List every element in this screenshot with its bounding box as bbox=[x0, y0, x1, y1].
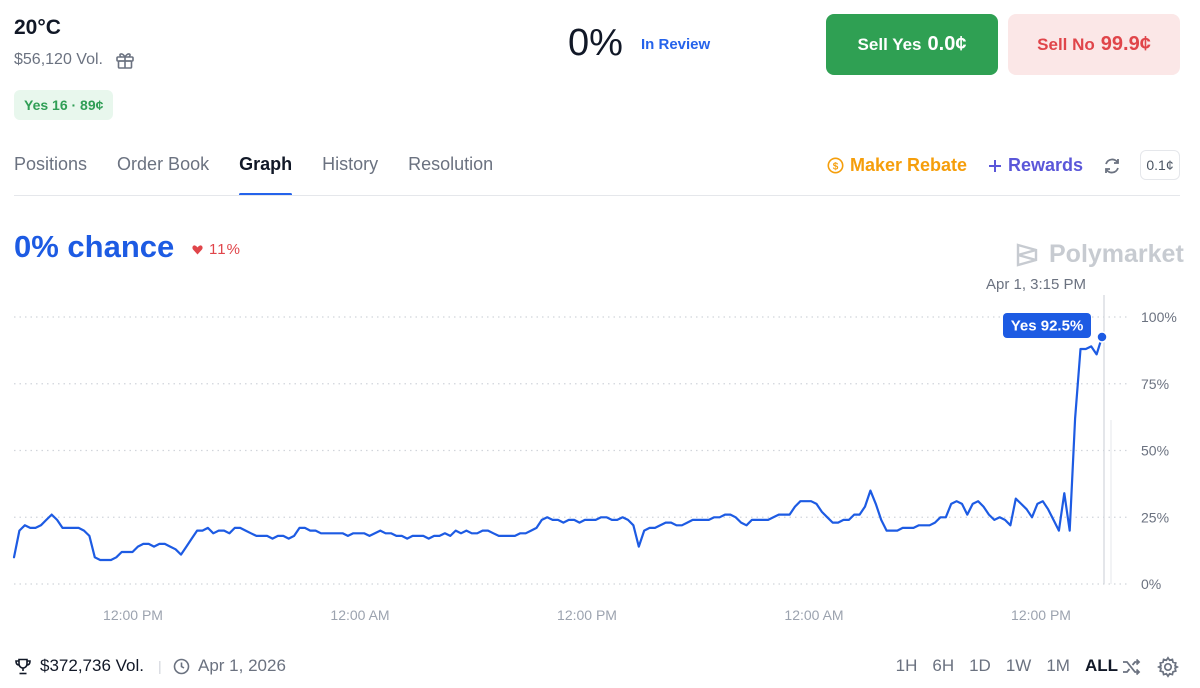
maker-rebate-link[interactable]: $ Maker Rebate bbox=[827, 155, 967, 176]
series-line-yes bbox=[12, 335, 1104, 562]
tab-history[interactable]: History bbox=[322, 154, 378, 196]
y-tick-label: 0% bbox=[1141, 576, 1161, 592]
tab-order-book[interactable]: Order Book bbox=[117, 154, 209, 196]
gift-icon[interactable] bbox=[115, 50, 135, 70]
rewards-label: Rewards bbox=[1008, 155, 1084, 175]
hover-date-label: Apr 1, 3:15 PM bbox=[986, 276, 1086, 293]
rewards-link[interactable]: Rewards bbox=[988, 155, 1083, 176]
sell-no-button[interactable]: Sell No 99.9¢ bbox=[1008, 14, 1180, 75]
time-range-selector: 1H 6H 1D 1W 1M ALL bbox=[896, 656, 1118, 676]
heart-down-icon bbox=[192, 244, 203, 254]
sell-yes-label: Sell Yes bbox=[857, 34, 922, 54]
clock-icon bbox=[173, 658, 190, 674]
volume-text: $56,120 Vol. bbox=[14, 51, 103, 68]
market-volume: $56,120 Vol. bbox=[14, 50, 135, 70]
current-point-marker[interactable] bbox=[1096, 331, 1108, 343]
range-6h[interactable]: 6H bbox=[932, 656, 954, 676]
watermark-label: Polymarket bbox=[1049, 240, 1184, 268]
svg-text:$: $ bbox=[833, 161, 839, 172]
tab-bar: Positions Order Book Graph History Resol… bbox=[14, 154, 493, 196]
x-tick-label: 12:00 PM bbox=[103, 607, 163, 623]
refresh-icon[interactable] bbox=[1102, 155, 1122, 177]
y-tick-label: 50% bbox=[1141, 443, 1169, 459]
sell-yes-price: 0.0¢ bbox=[927, 33, 967, 55]
tab-divider bbox=[14, 195, 1180, 196]
x-tick-label: 12:00 AM bbox=[330, 607, 389, 623]
position-pill[interactable]: Yes 16 · 89¢ bbox=[14, 90, 114, 120]
shuffle-icon[interactable] bbox=[1120, 656, 1142, 678]
spread-badge[interactable]: 0.1¢ bbox=[1140, 150, 1180, 180]
coin-icon: $ bbox=[827, 157, 844, 174]
range-1h[interactable]: 1H bbox=[896, 656, 918, 676]
range-all[interactable]: ALL bbox=[1085, 656, 1118, 676]
delta-value: 11% bbox=[209, 241, 241, 258]
settings-gear-icon[interactable] bbox=[1157, 656, 1179, 678]
current-percent: 0% bbox=[568, 22, 623, 64]
sell-no-price: 99.9¢ bbox=[1100, 33, 1151, 55]
y-tick-label: 100% bbox=[1141, 309, 1177, 325]
chance-delta: 11% bbox=[192, 241, 241, 258]
maker-rebate-label: Maker Rebate bbox=[850, 155, 968, 175]
sell-no-label: Sell No bbox=[1037, 34, 1095, 54]
footer-date: Apr 1, 2026 bbox=[173, 656, 286, 676]
trophy-icon bbox=[15, 658, 31, 674]
footer-volume-text: $372,736 Vol. bbox=[40, 656, 144, 675]
polymarket-logo-icon bbox=[1016, 242, 1038, 267]
x-tick-label: 12:00 PM bbox=[1011, 607, 1071, 623]
plus-icon bbox=[989, 159, 1001, 172]
tab-graph[interactable]: Graph bbox=[239, 154, 293, 196]
footer-separator: | bbox=[158, 658, 162, 674]
range-1m[interactable]: 1M bbox=[1046, 656, 1070, 676]
range-1w[interactable]: 1W bbox=[1006, 656, 1032, 676]
footer-volume: $372,736 Vol. bbox=[14, 656, 144, 676]
y-tick-label: 25% bbox=[1141, 509, 1169, 525]
price-chart[interactable]: 100% 75% 50% 25% 0% 12:00 PM 12:00 AM 12:00 PM 1… bbox=[0, 270, 1200, 640]
y-tick-label: 75% bbox=[1141, 376, 1169, 392]
chance-heading: 0% chance bbox=[14, 229, 175, 264]
status-badge: In Review bbox=[641, 36, 711, 53]
sell-yes-button[interactable]: Sell Yes 0.0¢ bbox=[826, 14, 998, 75]
tab-resolution[interactable]: Resolution bbox=[408, 154, 493, 196]
x-tick-label: 12:00 PM bbox=[557, 607, 617, 623]
range-1d[interactable]: 1D bbox=[969, 656, 991, 676]
tab-positions[interactable]: Positions bbox=[14, 154, 87, 196]
tooltip-label: Yes 92.5% bbox=[1011, 318, 1084, 335]
polymarket-watermark: Polymarket bbox=[1013, 240, 1184, 269]
market-title: 20°C bbox=[14, 16, 61, 39]
footer-date-text: Apr 1, 2026 bbox=[198, 656, 286, 675]
x-tick-label: 12:00 AM bbox=[784, 607, 843, 623]
